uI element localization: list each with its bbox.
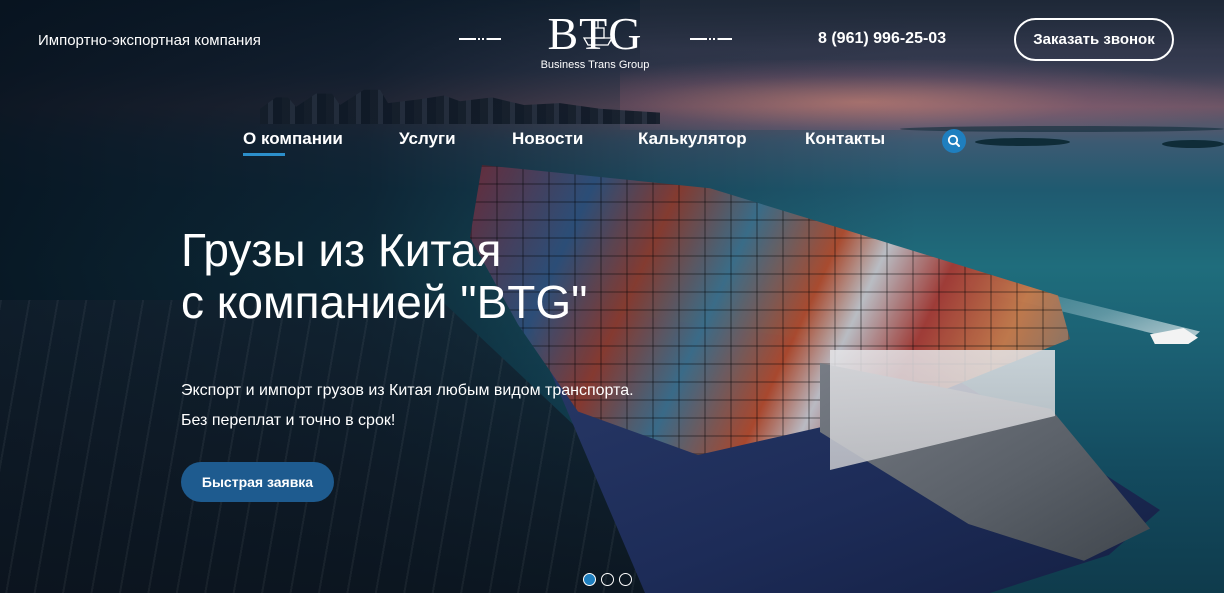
hero-headline-line2: с компанией "BTG" <box>181 276 588 328</box>
company-tagline: Импортно-экспортная компания <box>38 32 261 49</box>
quick-request-button[interactable]: Быстрая заявка <box>181 462 334 502</box>
decorative-line-right <box>690 38 732 40</box>
hero-lead-line2: Без переплат и точно в срок! <box>181 412 396 429</box>
hero-lead: Экспорт и импорт грузов из Китая любым в… <box>181 376 634 436</box>
decorative-line-left <box>459 38 501 40</box>
search-icon <box>947 134 960 147</box>
slider-dot[interactable] <box>583 573 596 586</box>
phone-number[interactable]: 8 (961) 996-25-03 <box>818 30 946 48</box>
slider-dot[interactable] <box>619 573 632 586</box>
island <box>1162 140 1224 148</box>
hero-headline-line1: Грузы из Китая <box>181 224 502 276</box>
nav-item-about[interactable]: О компании <box>243 129 343 156</box>
hero-section: Импортно-экспортная компания BTG Busines… <box>0 0 1224 593</box>
hero-headline: Грузы из Китая с компанией "BTG" <box>181 224 588 328</box>
slider-dot[interactable] <box>601 573 614 586</box>
island <box>975 138 1070 146</box>
city-skyline <box>260 89 660 124</box>
sunset-glow <box>620 60 1224 130</box>
callback-button[interactable]: Заказать звонок <box>1014 18 1174 61</box>
hero-lead-line1: Экспорт и импорт грузов из Китая любым в… <box>181 382 634 399</box>
nav-item-news[interactable]: Новости <box>512 129 583 149</box>
logo[interactable]: BTG Business Trans Group <box>530 6 660 78</box>
search-button[interactable] <box>942 129 966 153</box>
nav-item-calculator[interactable]: Калькулятор <box>638 129 747 149</box>
nav-item-contacts[interactable]: Контакты <box>805 129 885 149</box>
logo-mark: BTG <box>547 8 643 59</box>
nav-item-services[interactable]: Услуги <box>399 129 456 149</box>
